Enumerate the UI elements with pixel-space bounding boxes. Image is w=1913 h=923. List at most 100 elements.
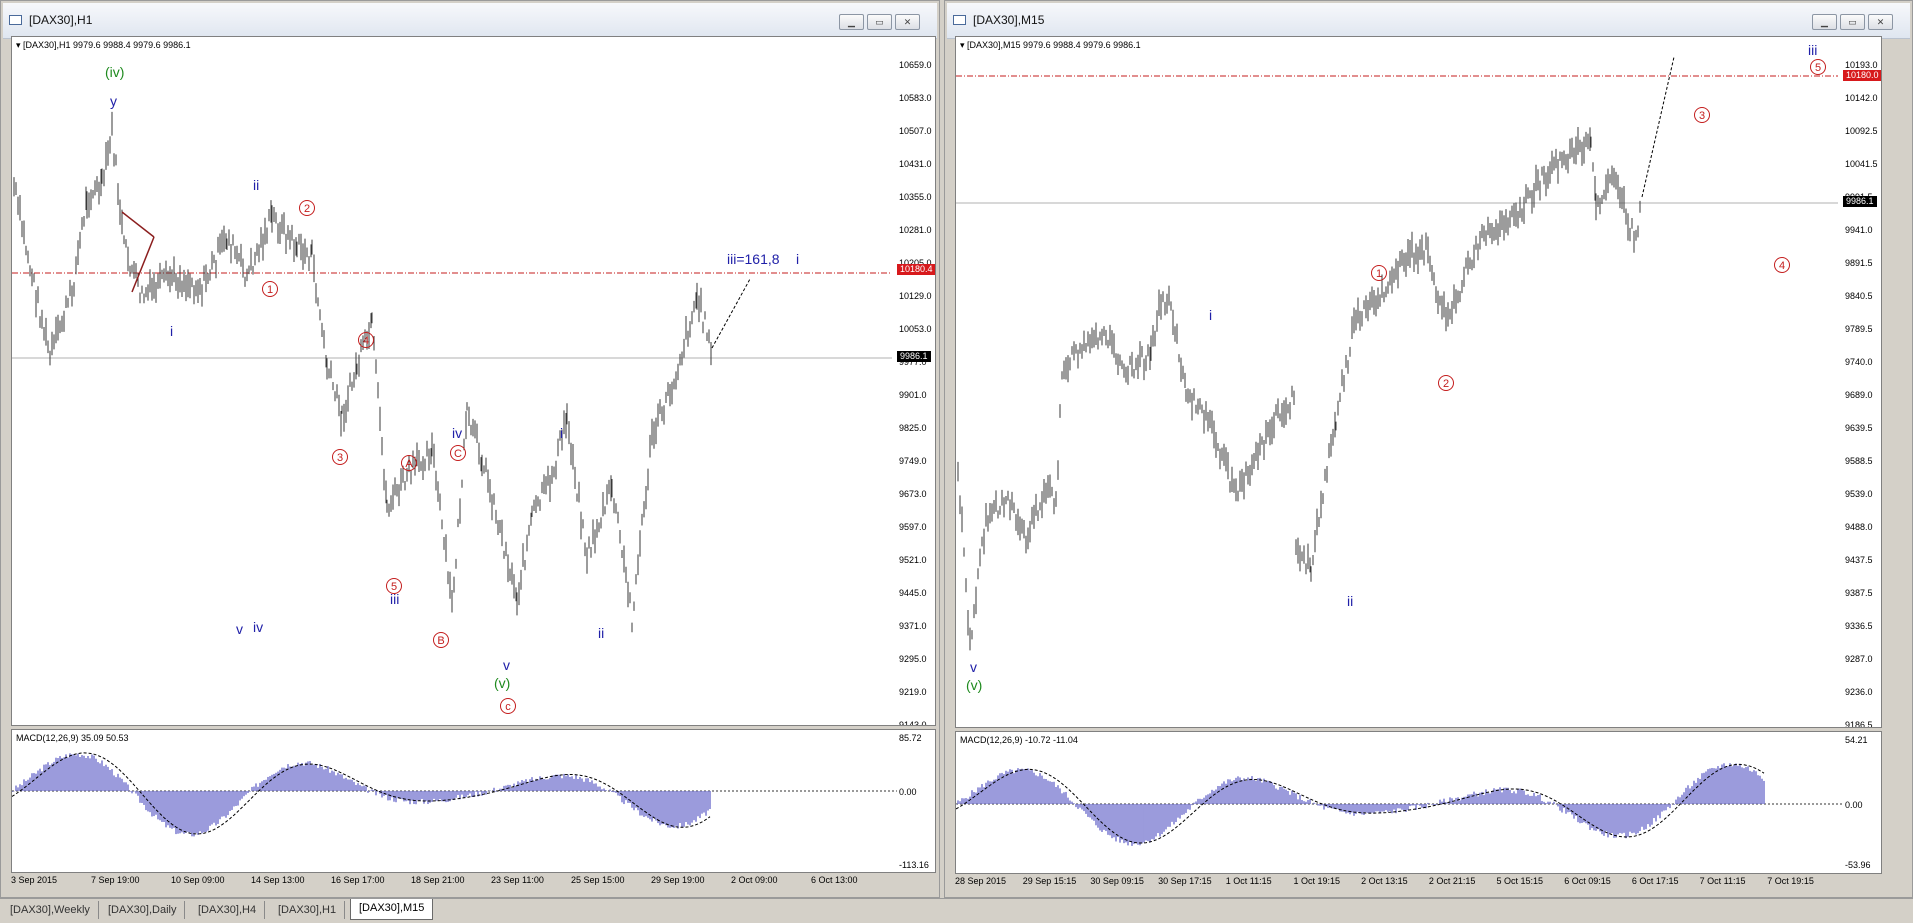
macd-indicator-area[interactable]: MACD(12,26,9) 35.09 50.53 85.72 0.00 -11… bbox=[11, 729, 936, 873]
projection-line bbox=[711, 278, 751, 349]
wave-label-i-small: i bbox=[170, 323, 174, 339]
close-button[interactable]: ✕ bbox=[1868, 14, 1893, 30]
time-tick-label: 7 Sep 19:00 bbox=[91, 875, 140, 885]
time-tick-label: 16 Sep 17:00 bbox=[331, 875, 385, 885]
level-price-tag: 10180.0 bbox=[1843, 70, 1881, 81]
time-tick-label: 2 Oct 09:00 bbox=[731, 875, 778, 885]
chart-header-text: [DAX30],M15 9979.6 9988.4 9979.6 9986.1 bbox=[967, 40, 1141, 50]
window-titlebar[interactable]: [DAX30],M15 ▁ ▭ ✕ bbox=[947, 3, 1910, 39]
price-tick-label: 10355.0 bbox=[899, 192, 932, 202]
wave-label-iii: iii bbox=[1808, 42, 1818, 58]
price-tick-label: 9336.5 bbox=[1845, 621, 1873, 631]
price-tick-label: 9749.0 bbox=[899, 456, 927, 466]
minimize-button[interactable]: ▁ bbox=[1812, 14, 1837, 30]
price-tick-label: 9840.5 bbox=[1845, 291, 1873, 301]
price-tick-label: 9901.0 bbox=[899, 390, 927, 400]
price-chart-area[interactable]: ▾ [DAX30],H1 9979.6 9988.4 9979.6 9986.1… bbox=[11, 36, 936, 726]
time-tick-label: 28 Sep 2015 bbox=[955, 876, 1007, 886]
chart-window-m15[interactable]: [DAX30],M15 ▁ ▭ ✕ ▾ [DAX30],M15 9979.6 9… bbox=[944, 0, 1913, 898]
price-tick-label: 9597.0 bbox=[899, 522, 927, 532]
window-titlebar[interactable]: [DAX30],H1 ▁ ▭ ✕ bbox=[3, 3, 937, 39]
macd-tick-bottom: -113.16 bbox=[899, 860, 929, 870]
time-tick-label: 18 Sep 21:00 bbox=[411, 875, 465, 885]
time-tick-label: 2 Oct 13:15 bbox=[1361, 876, 1408, 886]
price-tick-label: 9186.5 bbox=[1845, 720, 1873, 728]
chart-window-icon bbox=[9, 15, 22, 25]
time-tick-label: 7 Oct 19:15 bbox=[1767, 876, 1814, 886]
price-tick-label: 9445.0 bbox=[899, 588, 927, 598]
time-tick-label: 14 Sep 13:00 bbox=[251, 875, 305, 885]
window-title: [DAX30],M15 bbox=[973, 13, 1045, 27]
wave-circle-4: 4 bbox=[1774, 257, 1790, 273]
price-tick-label: 9740.0 bbox=[1845, 357, 1873, 367]
price-tick-label: 10431.0 bbox=[899, 159, 932, 169]
chart-window-h1[interactable]: [DAX30],H1 ▁ ▭ ✕ ▾ [DAX30],H1 9979.6 998… bbox=[0, 0, 940, 898]
time-tick-label: 3 Sep 2015 bbox=[11, 875, 58, 885]
tab-weekly[interactable]: [DAX30],Weekly bbox=[2, 901, 99, 919]
price-tick-label: 10092.5 bbox=[1845, 126, 1878, 136]
time-tick-label: 29 Sep 15:15 bbox=[1022, 876, 1077, 886]
wave-label-v-green: (v) bbox=[494, 675, 511, 691]
price-tick-label: 9539.0 bbox=[1845, 489, 1873, 499]
time-axis: 28 Sep 2015 29 Sep 15:15 30 Sep 09:15 30 Se… bbox=[955, 875, 1882, 889]
maximize-button[interactable]: ▭ bbox=[867, 14, 892, 30]
price-tick-label: 9825.0 bbox=[899, 423, 927, 433]
price-tick-label: 9371.0 bbox=[899, 621, 927, 631]
wave-label-i-mid: i bbox=[560, 425, 564, 441]
price-tick-label: 10193.0 bbox=[1845, 60, 1878, 70]
macd-tick-top: 85.72 bbox=[899, 733, 922, 743]
close-button[interactable]: ✕ bbox=[895, 14, 920, 30]
price-tick-label: 10659.0 bbox=[899, 60, 932, 70]
time-tick-label: 1 Oct 11:15 bbox=[1225, 876, 1272, 886]
wave-label-ii-low: ii bbox=[598, 625, 605, 641]
wave-label-v: v bbox=[503, 657, 510, 673]
tab-m15[interactable]: [DAX30],M15 bbox=[350, 899, 434, 920]
price-tick-label: 9387.5 bbox=[1845, 588, 1873, 598]
macd-tick-zero: 0.00 bbox=[899, 787, 917, 797]
wave-circle-A: A bbox=[401, 455, 417, 471]
wave-circle-3: 3 bbox=[1694, 107, 1710, 123]
price-tick-label: 9488.0 bbox=[1845, 522, 1873, 532]
level-price-tag: 10180.4 bbox=[897, 264, 935, 275]
tab-h4[interactable]: [DAX30],H4 bbox=[190, 901, 266, 919]
target-label: iii=161,8 bbox=[727, 251, 780, 267]
wave-circle-2: 2 bbox=[299, 200, 315, 216]
chart-header: ▾ [DAX30],H1 9979.6 9988.4 9979.6 9986.1 bbox=[16, 40, 191, 50]
price-tick-label: 10583.0 bbox=[899, 93, 932, 103]
wave-circle-4: 4 bbox=[358, 332, 374, 348]
current-price-tag: 9986.1 bbox=[1843, 196, 1877, 207]
price-tick-label: 9639.5 bbox=[1845, 423, 1873, 433]
maximize-button[interactable]: ▭ bbox=[1840, 14, 1865, 30]
price-tick-label: 10142.0 bbox=[1845, 93, 1878, 103]
time-tick-label: 6 Oct 09:15 bbox=[1564, 876, 1611, 886]
time-tick-label: 10 Sep 09:00 bbox=[171, 875, 225, 885]
wave-label-iv: iv bbox=[452, 425, 463, 441]
price-tick-label: 9437.5 bbox=[1845, 555, 1873, 565]
time-axis: 3 Sep 2015 7 Sep 19:00 10 Sep 09:00 14 Sep … bbox=[11, 874, 936, 888]
macd-indicator-area[interactable]: MACD(12,26,9) -10.72 -11.04 54.21 0.00 -… bbox=[955, 731, 1882, 874]
chart-header-text: [DAX30],H1 9979.6 9988.4 9979.6 9986.1 bbox=[23, 40, 191, 50]
time-tick-label: 29 Sep 19:00 bbox=[651, 875, 705, 885]
macd-tick-top: 54.21 bbox=[1845, 735, 1868, 745]
wave-circle-1: 1 bbox=[1371, 265, 1387, 281]
macd-tick-bottom: -53.96 bbox=[1845, 860, 1871, 870]
wave-label-y: y bbox=[110, 93, 117, 109]
macd-svg bbox=[12, 752, 897, 837]
time-tick-label: 5 Oct 15:15 bbox=[1496, 876, 1544, 886]
time-tick-label: 23 Sep 11:00 bbox=[491, 875, 544, 885]
tab-daily[interactable]: [DAX30],Daily bbox=[100, 901, 186, 919]
wave-circle-C: C bbox=[450, 445, 466, 461]
triangle-line bbox=[121, 211, 155, 238]
price-chart-svg bbox=[956, 56, 1838, 651]
time-tick-label: 1 Oct 19:15 bbox=[1293, 876, 1340, 886]
price-tick-label: 9143.0 bbox=[899, 720, 927, 726]
time-tick-label: 7 Oct 11:15 bbox=[1699, 876, 1746, 886]
minimize-button[interactable]: ▁ bbox=[839, 14, 864, 30]
triangle-line bbox=[131, 236, 155, 293]
wave-label-ii: ii bbox=[1347, 593, 1354, 609]
tab-h1[interactable]: [DAX30],H1 bbox=[270, 901, 346, 919]
time-tick-label: 6 Oct 13:00 bbox=[811, 875, 858, 885]
price-tick-label: 9287.0 bbox=[1845, 654, 1873, 664]
price-chart-area[interactable]: ▾ [DAX30],M15 9979.6 9988.4 9979.6 9986.… bbox=[955, 36, 1882, 728]
wave-circle-1: 1 bbox=[262, 281, 278, 297]
